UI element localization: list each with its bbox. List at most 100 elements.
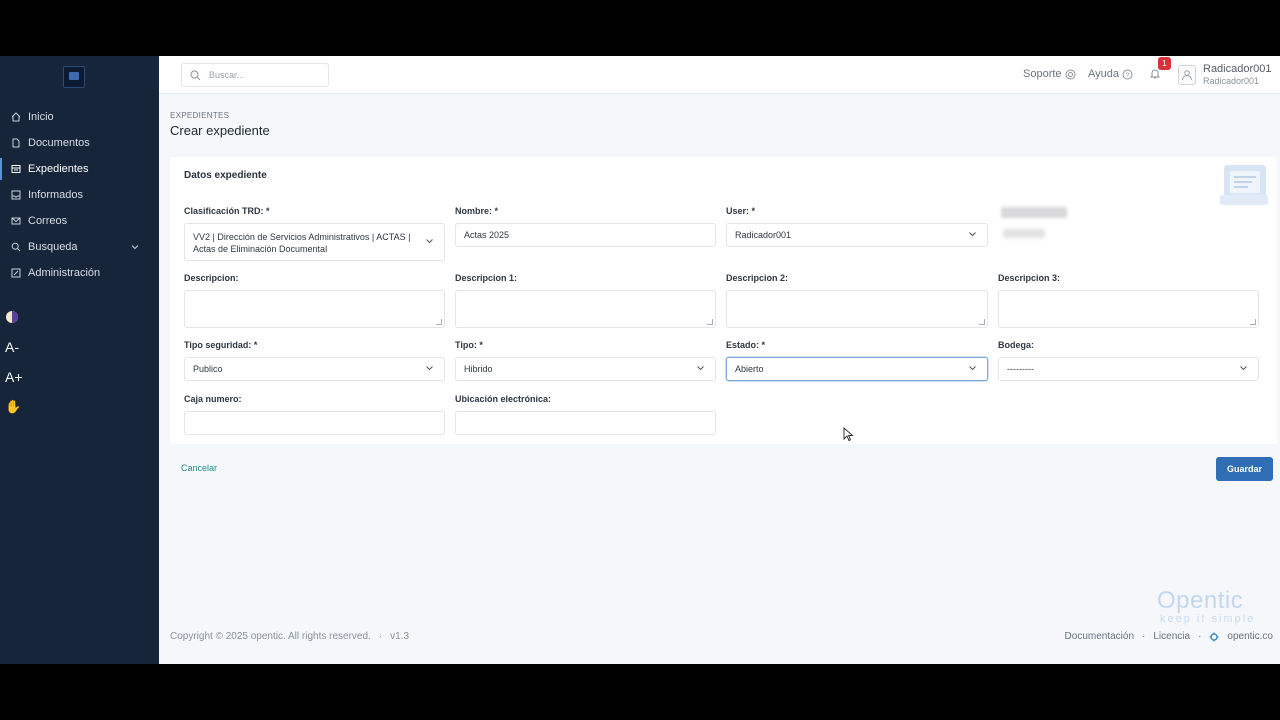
sidebar-item-administracion[interactable]: Administración	[0, 262, 159, 284]
chevron-down-icon	[1239, 364, 1248, 375]
brand-tagline: keep it simple	[1160, 613, 1256, 625]
opentic-logo-icon	[1209, 632, 1219, 641]
app-logo[interactable]	[63, 66, 85, 88]
descripcion2-label: Descripcion 2:	[726, 273, 789, 283]
tipo-seguridad-select[interactable]: Publico	[184, 357, 445, 381]
app-window: Inicio Documentos Expedientes Informados	[0, 56, 1280, 664]
folder-illustration-icon	[1220, 165, 1268, 205]
clasificacion-select[interactable]: VV2 | Dirección de Servicios Administrat…	[184, 223, 445, 261]
support-label: Soporte	[1023, 68, 1062, 80]
user-select[interactable]: Radicador001	[726, 223, 988, 247]
topbar: Soporte Ayuda ? 1 Radicador001 Radicador…	[159, 56, 1280, 94]
footer-separator: ·	[1198, 631, 1202, 642]
edit-icon	[11, 268, 21, 278]
inbox-icon	[11, 190, 21, 200]
license-link[interactable]: Licencia	[1153, 631, 1190, 642]
home-icon	[11, 112, 21, 122]
search-box[interactable]	[181, 63, 329, 87]
sidebar-item-label: Correos	[28, 215, 68, 227]
caja-numero-label: Caja numero:	[184, 394, 242, 404]
blurred-element	[1003, 229, 1045, 238]
chevron-down-icon	[425, 237, 434, 248]
sidebar-item-label: Administración	[28, 267, 101, 279]
sidebar-item-label: Expedientes	[28, 163, 89, 175]
search-icon	[190, 70, 201, 80]
descripcion3-label: Descripcion 3:	[998, 273, 1061, 283]
help-icon: ?	[1122, 69, 1133, 79]
nombre-input[interactable]: Actas 2025	[455, 223, 716, 247]
help-link[interactable]: Ayuda ?	[1088, 68, 1133, 80]
footer-left: Copyright © 2025 opentic. All rights res…	[170, 631, 409, 642]
chevron-down-icon	[131, 242, 139, 254]
user-role: Radicador001	[1203, 76, 1260, 86]
page-title: Crear expediente	[170, 123, 270, 138]
mail-icon	[11, 216, 21, 226]
chevron-down-icon	[968, 230, 977, 241]
notification-badge: 1	[1158, 57, 1171, 70]
headset-icon	[1065, 69, 1076, 79]
avatar	[1178, 65, 1196, 85]
cancel-link[interactable]: Cancelar	[181, 463, 217, 473]
font-larger-button[interactable]: A+	[5, 369, 23, 385]
help-label: Ayuda	[1088, 68, 1119, 80]
search-input[interactable]	[207, 69, 321, 81]
estado-label: Estado: *	[726, 340, 766, 350]
hand-icon[interactable]: ✋	[5, 399, 21, 415]
sidebar-item-inicio[interactable]: Inicio	[0, 106, 159, 128]
caja-numero-input[interactable]	[184, 411, 445, 435]
sidebar-item-label: Documentos	[28, 137, 90, 149]
site-link[interactable]: opentic.co	[1227, 631, 1273, 642]
footer-separator: ·	[1142, 631, 1146, 642]
search-icon	[11, 242, 21, 252]
bodega-label: Bodega:	[998, 340, 1034, 350]
tipo-value: Hibrido	[464, 364, 493, 374]
bodega-select[interactable]: ---------	[998, 357, 1259, 381]
user-name: Radicador001	[1203, 63, 1272, 75]
clasificacion-value: VV2 | Dirección de Servicios Administrat…	[193, 232, 411, 254]
sidebar-item-informados[interactable]: Informados	[0, 184, 159, 206]
save-button[interactable]: Guardar	[1216, 457, 1273, 481]
estado-select[interactable]: Abierto	[726, 357, 988, 381]
tipo-seguridad-value: Publico	[193, 364, 223, 374]
sidebar: Inicio Documentos Expedientes Informados	[0, 56, 159, 664]
main-content: Soporte Ayuda ? 1 Radicador001 Radicador…	[159, 56, 1280, 664]
brand-logo-text: Opentic	[1157, 587, 1244, 614]
chevron-down-icon	[425, 364, 434, 375]
descripcion3-textarea[interactable]	[998, 290, 1259, 328]
sidebar-item-label: Inicio	[28, 111, 54, 123]
ubicacion-input[interactable]	[455, 411, 716, 435]
sidebar-item-label: Busqueda	[28, 241, 78, 253]
contrast-toggle[interactable]	[5, 310, 19, 327]
mouse-cursor-icon	[843, 427, 854, 442]
ubicacion-label: Ubicación electrónica:	[455, 394, 552, 404]
user-label: User: *	[726, 206, 756, 216]
svg-text:?: ?	[1126, 72, 1130, 79]
bodega-value: ---------	[1007, 364, 1034, 374]
tipo-seguridad-label: Tipo seguridad: *	[184, 340, 258, 350]
breadcrumb: EXPEDIENTES	[170, 111, 230, 120]
descripcion-textarea[interactable]	[184, 290, 445, 328]
folder-icon	[11, 164, 21, 174]
blurred-element	[1001, 207, 1067, 218]
footer-separator: ·	[378, 631, 383, 642]
document-icon	[11, 138, 21, 148]
estado-value: Abierto	[735, 364, 764, 374]
sidebar-item-correos[interactable]: Correos	[0, 210, 159, 232]
tipo-select[interactable]: Hibrido	[455, 357, 716, 381]
chevron-down-icon	[696, 364, 705, 375]
sidebar-item-expedientes[interactable]: Expedientes	[0, 158, 161, 180]
user-menu[interactable]: Radicador001 Radicador001	[1178, 61, 1280, 89]
clasificacion-label: Clasificación TRD: *	[184, 206, 270, 216]
chevron-down-icon	[968, 364, 977, 375]
descripcion2-textarea[interactable]	[726, 290, 988, 328]
font-smaller-button[interactable]: A-	[5, 339, 19, 355]
support-link[interactable]: Soporte	[1023, 68, 1076, 80]
user-value: Radicador001	[735, 230, 792, 240]
section-title: Datos expediente	[184, 170, 267, 181]
sidebar-item-busqueda[interactable]: Busqueda	[0, 236, 159, 258]
sidebar-item-documentos[interactable]: Documentos	[0, 132, 159, 154]
descripcion1-textarea[interactable]	[455, 290, 716, 328]
descripcion-label: Descripcion:	[184, 273, 239, 283]
docs-link[interactable]: Documentación	[1065, 631, 1134, 642]
contrast-icon	[6, 311, 18, 323]
